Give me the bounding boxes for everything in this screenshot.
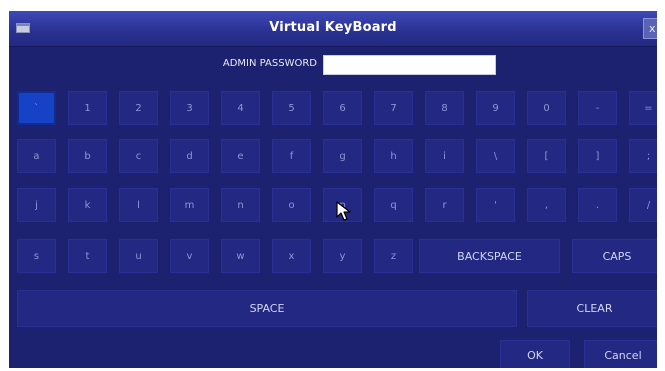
window-title: Virtual KeyBoard	[269, 20, 397, 35]
key-comma[interactable]: ,	[527, 188, 566, 222]
mouse-cursor-icon	[336, 201, 351, 221]
key-3[interactable]: 3	[170, 91, 209, 125]
key-6[interactable]: 6	[323, 91, 362, 125]
key-2[interactable]: 2	[119, 91, 158, 125]
key-e[interactable]: e	[221, 139, 260, 173]
key-9[interactable]: 9	[476, 91, 515, 125]
admin-password-label: ADMIN PASSWORD	[222, 58, 317, 69]
key-semicolon[interactable]: ;	[629, 139, 657, 173]
key-n[interactable]: n	[221, 188, 260, 222]
key-m[interactable]: m	[170, 188, 209, 222]
key-h[interactable]: h	[374, 139, 413, 173]
key-0[interactable]: 0	[527, 91, 566, 125]
key-slash[interactable]: /	[629, 188, 657, 222]
key-5[interactable]: 5	[272, 91, 311, 125]
key-c[interactable]: c	[119, 139, 158, 173]
key-l[interactable]: l	[119, 188, 158, 222]
key-o[interactable]: o	[272, 188, 311, 222]
space-key[interactable]: SPACE	[17, 290, 517, 327]
key-backslash[interactable]: \	[476, 139, 515, 173]
key-j[interactable]: j	[17, 188, 56, 222]
key-d[interactable]: d	[170, 139, 209, 173]
key-g[interactable]: g	[323, 139, 362, 173]
clear-key[interactable]: CLEAR	[527, 290, 657, 327]
key-z[interactable]: z	[374, 239, 413, 273]
key-i[interactable]: i	[425, 139, 464, 173]
key-7[interactable]: 7	[374, 91, 413, 125]
key-4[interactable]: 4	[221, 91, 260, 125]
key-f[interactable]: f	[272, 139, 311, 173]
admin-password-input[interactable]	[323, 55, 496, 75]
key-period[interactable]: .	[578, 188, 617, 222]
close-button[interactable]: x	[643, 18, 657, 39]
key-right-bracket[interactable]: ]	[578, 139, 617, 173]
virtual-keyboard-window: Virtual KeyBoard x ADMIN PASSWORD ` 1 2 …	[9, 11, 657, 368]
key-s[interactable]: s	[17, 239, 56, 273]
key-x[interactable]: x	[272, 239, 311, 273]
key-q[interactable]: q	[374, 188, 413, 222]
key-v[interactable]: v	[170, 239, 209, 273]
key-1[interactable]: 1	[68, 91, 107, 125]
caps-key[interactable]: CAPS	[572, 239, 657, 273]
key-r[interactable]: r	[425, 188, 464, 222]
key-8[interactable]: 8	[425, 91, 464, 125]
key-left-bracket[interactable]: [	[527, 139, 566, 173]
key-apostrophe[interactable]: '	[476, 188, 515, 222]
key-minus[interactable]: -	[578, 91, 617, 125]
cancel-button[interactable]: Cancel	[584, 340, 657, 368]
key-equals[interactable]: =	[629, 91, 657, 125]
ok-button[interactable]: OK	[500, 340, 570, 368]
key-u[interactable]: u	[119, 239, 158, 273]
title-bar: Virtual KeyBoard x	[9, 11, 657, 47]
key-y[interactable]: y	[323, 239, 362, 273]
key-k[interactable]: k	[68, 188, 107, 222]
key-t[interactable]: t	[68, 239, 107, 273]
backspace-key[interactable]: BACKSPACE	[419, 239, 560, 273]
key-a[interactable]: a	[17, 139, 56, 173]
key-w[interactable]: w	[221, 239, 260, 273]
key-b[interactable]: b	[68, 139, 107, 173]
key-backtick[interactable]: `	[17, 91, 56, 125]
